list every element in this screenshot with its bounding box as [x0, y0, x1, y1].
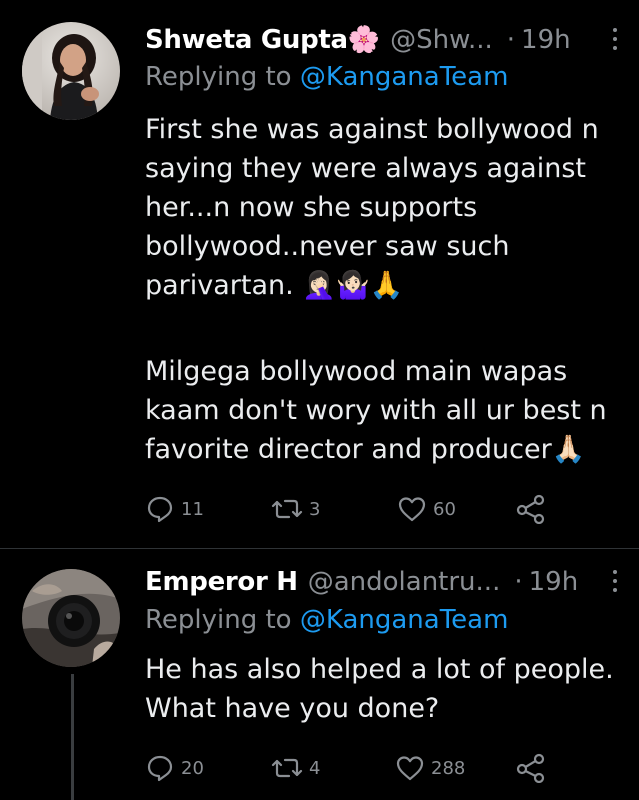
- tweet-header: Shweta Gupta 🌸 @Shw... · 19h: [145, 22, 619, 58]
- tweet-actions: 11 3 60: [145, 494, 639, 524]
- share-button[interactable]: [515, 753, 547, 783]
- tweet[interactable]: Emperor H @andolantru... · 19h Replying …: [0, 549, 639, 800]
- reply-button[interactable]: 20: [145, 753, 204, 783]
- replying-to: Replying to @KanganaTeam: [145, 605, 508, 635]
- heart-icon: [398, 497, 426, 522]
- tweet-text: Milgega bollywood main wapas kaam don't …: [145, 356, 607, 465]
- tweet-time[interactable]: 19h: [521, 25, 571, 55]
- heart-icon: [396, 756, 424, 781]
- replying-to: Replying to @KanganaTeam: [145, 62, 508, 92]
- mention-link[interactable]: @KanganaTeam: [300, 62, 509, 92]
- avatar[interactable]: [22, 22, 120, 120]
- retweet-button[interactable]: 3: [271, 494, 320, 524]
- tweet-text: First she was against bollywood n saying…: [145, 114, 599, 301]
- author-handle[interactable]: @andolantru...: [308, 567, 501, 597]
- share-button[interactable]: [515, 494, 547, 524]
- retweet-icon: [271, 499, 303, 519]
- reply-icon: [147, 755, 173, 782]
- reply-icon: [147, 496, 173, 523]
- replying-label: Replying to: [145, 62, 292, 92]
- more-options-icon[interactable]: [611, 28, 619, 50]
- like-count: 60: [433, 498, 456, 520]
- like-button[interactable]: 60: [397, 494, 456, 524]
- separator-dot: ·: [514, 567, 523, 597]
- retweet-icon: [271, 758, 303, 778]
- more-options-icon[interactable]: [611, 570, 619, 592]
- share-icon: [516, 753, 545, 783]
- retweet-count: 4: [309, 757, 321, 779]
- author-handle[interactable]: @Shw...: [390, 25, 493, 55]
- tweet-text: He has also helped a lot of people. What…: [145, 654, 614, 724]
- like-button[interactable]: 288: [395, 753, 465, 783]
- tweet-header: Emperor H @andolantru... · 19h: [145, 564, 619, 600]
- like-count: 288: [431, 757, 466, 779]
- tweet-actions: 20 4 288: [145, 753, 639, 783]
- tweet-time[interactable]: 19h: [529, 567, 579, 597]
- thread-line: [71, 674, 74, 800]
- author-name[interactable]: Shweta Gupta: [145, 25, 348, 55]
- author-name[interactable]: Emperor H: [145, 567, 298, 597]
- retweet-count: 3: [309, 498, 321, 520]
- replying-label: Replying to: [145, 605, 292, 635]
- retweet-button[interactable]: 4: [271, 753, 320, 783]
- separator-dot: ·: [506, 25, 516, 55]
- share-icon: [516, 494, 545, 524]
- tweet[interactable]: Shweta Gupta 🌸 @Shw... · 19h Replying to…: [0, 0, 639, 548]
- mention-link[interactable]: @KanganaTeam: [300, 605, 509, 635]
- author-emoji: 🌸: [347, 25, 381, 55]
- avatar[interactable]: [22, 569, 120, 667]
- reply-count: 11: [181, 498, 204, 520]
- reply-count: 20: [181, 757, 204, 779]
- reply-button[interactable]: 11: [145, 494, 204, 524]
